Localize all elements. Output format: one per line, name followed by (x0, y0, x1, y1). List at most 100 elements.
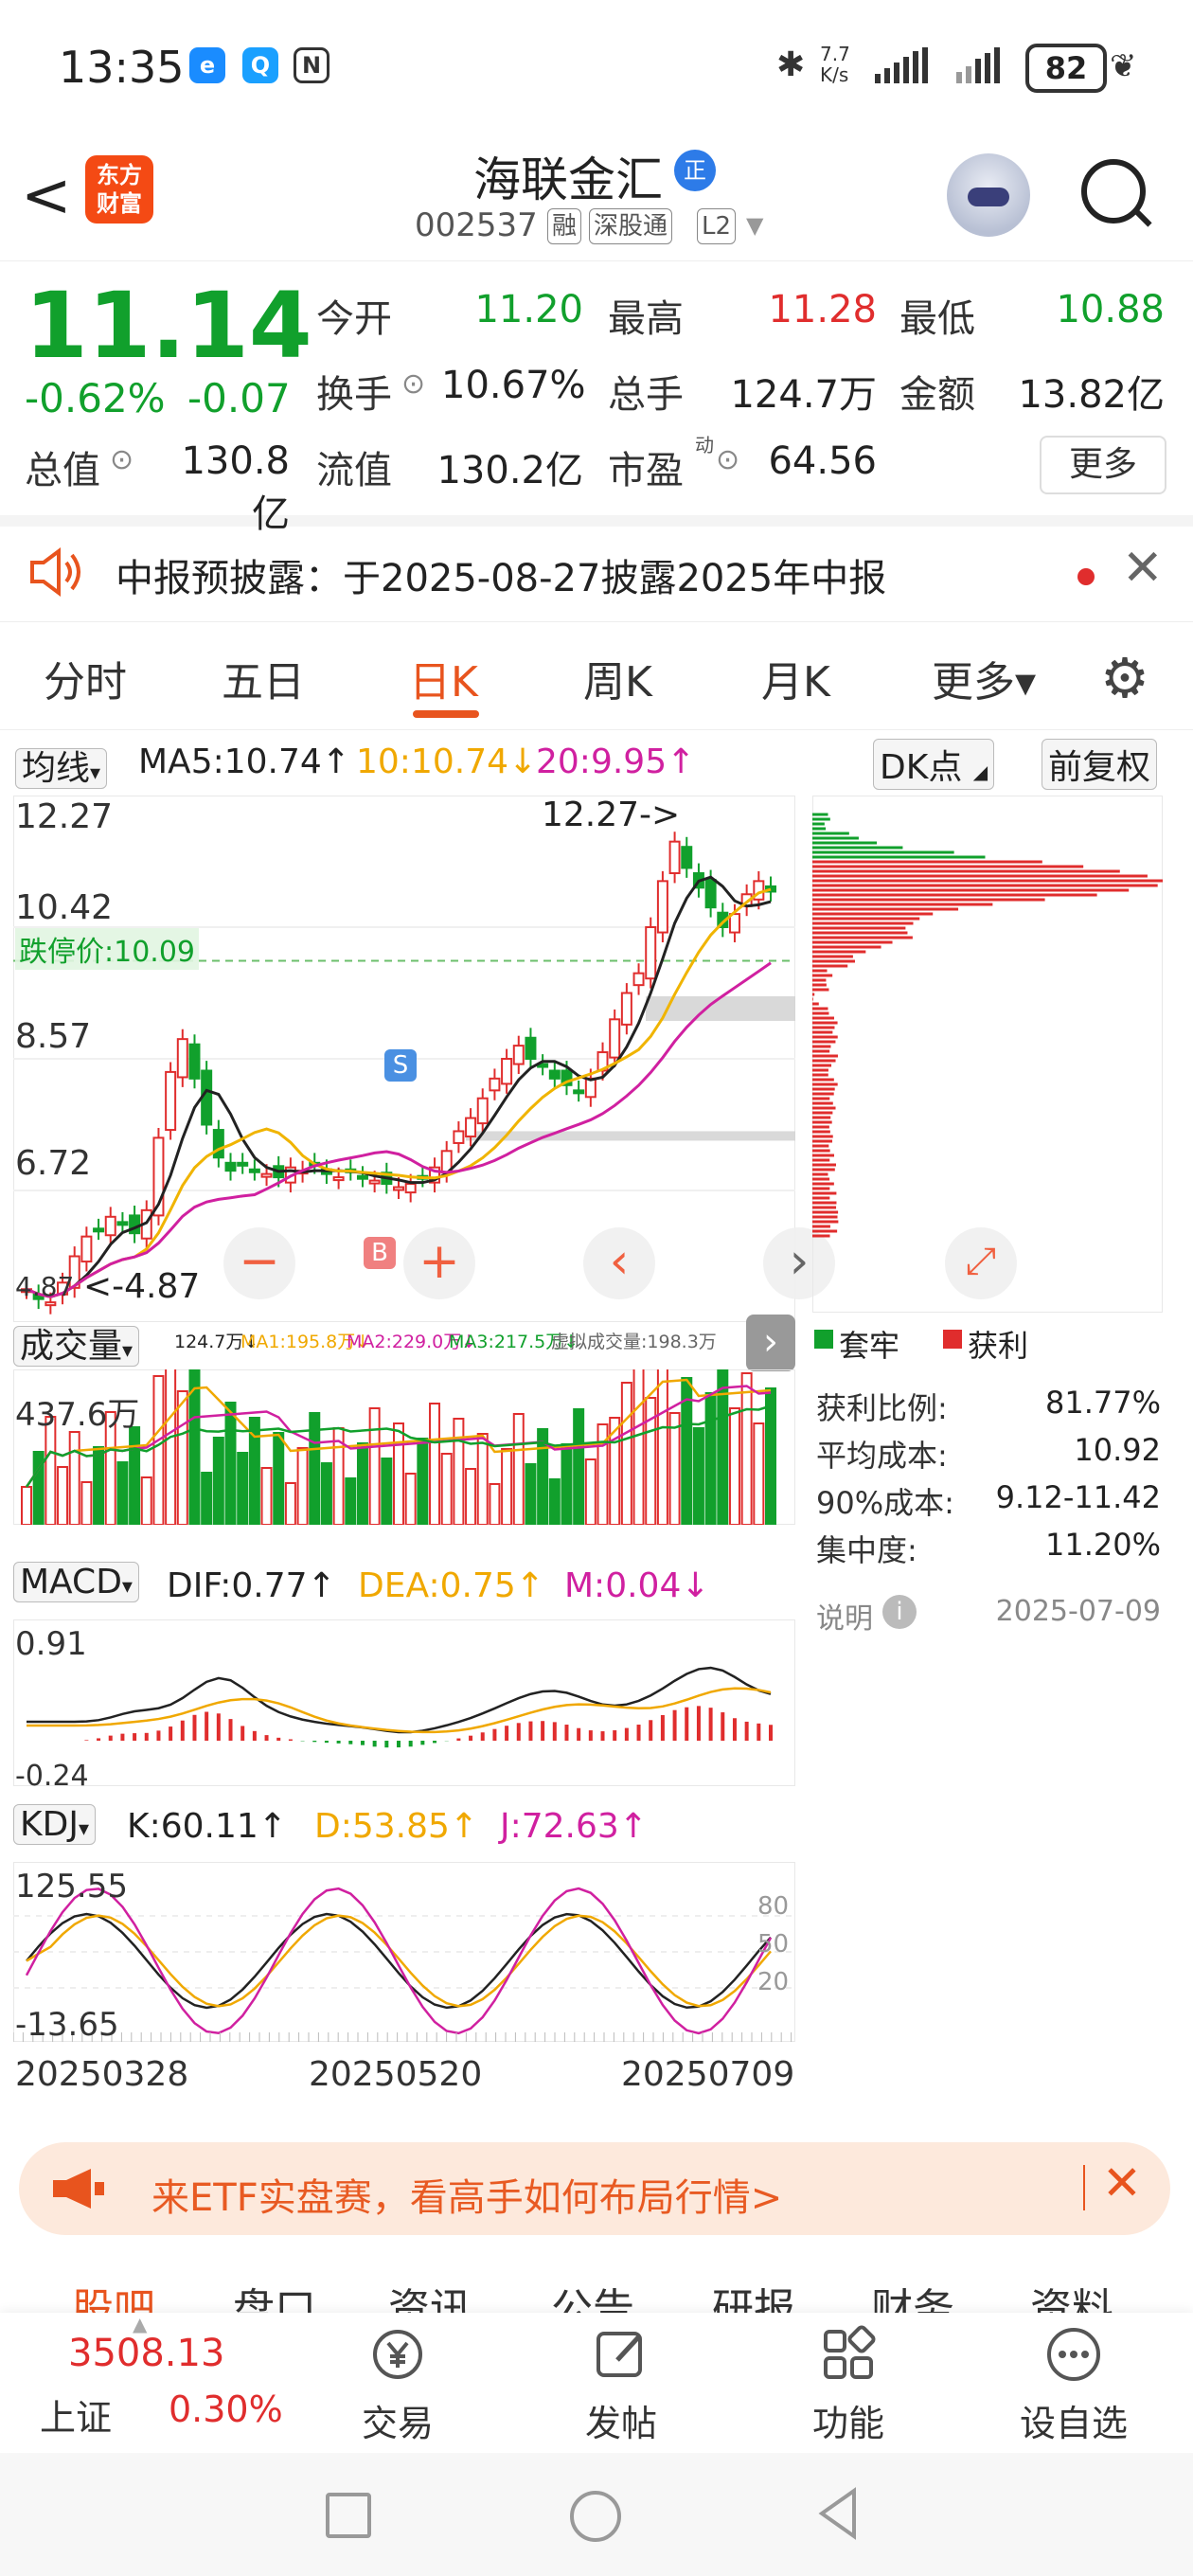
ma-select[interactable]: 均线▾ (15, 748, 107, 789)
macd-chart[interactable] (13, 1619, 795, 1786)
info-icon[interactable]: ⊙ (110, 443, 134, 476)
tab-forum[interactable]: 股吧 (72, 2275, 155, 2313)
home-icon[interactable] (570, 2491, 621, 2542)
volume-bar (214, 1438, 223, 1525)
last-price: 11.14 (25, 273, 312, 379)
close-icon[interactable]: ✕ (1102, 2156, 1142, 2210)
info-icon[interactable]: i (882, 1595, 917, 1629)
close-icon[interactable]: ✕ (1122, 540, 1164, 597)
assistant-robot-icon[interactable] (947, 153, 1030, 237)
kdj-d: D:53.85↑ (314, 1807, 478, 1846)
app-logo[interactable]: 东方 财富 (85, 155, 153, 224)
index-name[interactable]: 上证 (40, 2388, 112, 2441)
concentration-label: 集中度: (816, 1527, 917, 1570)
adjust-button[interactable]: 前复权 (1042, 739, 1157, 790)
index-value[interactable]: 3508.13 (68, 2332, 224, 2375)
volume-bar (478, 1434, 488, 1525)
tab-intraday[interactable]: 分时 (44, 648, 127, 708)
gear-icon[interactable]: ⚙ (1100, 646, 1149, 710)
tab-news[interactable]: 资讯 (388, 2275, 472, 2313)
candle-body (490, 1079, 499, 1091)
back-nav-icon[interactable] (814, 2485, 862, 2546)
candle-body (358, 1176, 367, 1179)
zoom-in-button[interactable]: + (403, 1227, 475, 1299)
trade-button[interactable]: 交易 (360, 2313, 436, 2453)
tab-daily-k[interactable]: 日K (409, 648, 478, 708)
more-button[interactable]: 更多 (1040, 436, 1166, 494)
functions-button[interactable]: 功能 (810, 2313, 886, 2453)
tab-financials[interactable]: 财务 (871, 2275, 954, 2313)
tab-research[interactable]: 研报 (712, 2275, 795, 2313)
more-dots-icon (1043, 2324, 1104, 2385)
kdj-line (27, 1914, 771, 2008)
kdj-select[interactable]: KDJ▾ (13, 1804, 96, 1845)
tab-monthly-k[interactable]: 月K (761, 648, 830, 708)
candle-body (250, 1170, 259, 1172)
dk-point-button[interactable]: DK点 ◢ (873, 739, 994, 790)
chevron-down-icon[interactable]: ▼ (746, 212, 763, 239)
divider (1083, 2165, 1085, 2210)
ma10-value: 10:10.74↓ (356, 742, 537, 781)
macd-m: M:0.04↓ (564, 1566, 710, 1605)
trade-label: 交易 (360, 2394, 436, 2446)
vol-select-label: 成交量 (20, 1327, 122, 1366)
volume-bar (117, 1462, 127, 1525)
volume-bar (634, 1369, 644, 1525)
info-icon[interactable]: ⊙ (401, 367, 425, 401)
candle-body (658, 881, 668, 932)
tab-announcements[interactable]: 公告 (551, 2275, 634, 2313)
low-value: 10.88 (1017, 288, 1165, 331)
tab-weekly-k[interactable]: 周K (583, 648, 652, 708)
zoom-out-button[interactable]: − (223, 1227, 295, 1299)
zheng-badge: 正 (674, 150, 716, 191)
kline-chart-area[interactable]: 均线▾ MA5:10.74↑ 10:10.74↓ 20:9.95↑ DK点 ◢ … (0, 735, 1193, 2123)
volume-bar (525, 1464, 535, 1525)
volume-bar (502, 1449, 511, 1525)
kdj-chart[interactable] (13, 1862, 795, 2042)
notice-bar[interactable]: 中报预披露：于2025-08-27披露2025年中报 ✕ (0, 527, 1193, 622)
volume-bar (658, 1369, 668, 1525)
banner-text: 来ETF实盘赛，看高手如何布局行情> (151, 2167, 782, 2222)
volume-bar (370, 1408, 380, 1525)
scroll-left-button[interactable]: ‹ (583, 1227, 655, 1299)
candle-body (106, 1217, 116, 1235)
concentration-value: 11.20% (975, 1527, 1161, 1563)
watchlist-label: 设自选 (1017, 2394, 1131, 2446)
tab-five-day[interactable]: 五日 (222, 648, 305, 708)
volume-value: 124.7万 (710, 364, 877, 419)
volume-bar (358, 1443, 367, 1525)
volume-bar (454, 1419, 463, 1525)
watchlist-button[interactable]: 设自选 (1017, 2313, 1131, 2453)
sell-signal-marker[interactable]: S (384, 1049, 417, 1082)
search-icon[interactable] (1081, 159, 1146, 224)
volume-bar (153, 1376, 163, 1525)
volume-bar (142, 1477, 151, 1525)
volume-bar (382, 1458, 391, 1525)
index-change[interactable]: 0.30% (169, 2388, 283, 2430)
profit-ratio-label: 获利比例: (816, 1385, 948, 1428)
promo-banner[interactable]: 来ETF实盘赛，看高手如何布局行情> ✕ (19, 2142, 1170, 2235)
info-icon[interactable]: ⊙ (716, 443, 739, 476)
volume-bar (754, 1423, 763, 1525)
browser-icon: e (189, 47, 225, 83)
recent-apps-icon[interactable] (326, 2493, 371, 2538)
tag-level2[interactable]: L2 (697, 208, 736, 244)
net-speed: 7.7 K/s (820, 44, 850, 85)
tab-profile[interactable]: 资料 (1030, 2275, 1113, 2313)
tab-order-book[interactable]: 盘口 (233, 2275, 316, 2313)
ma20-value: 20:9.95↑ (536, 742, 695, 781)
explain-label[interactable]: 说明 (816, 1595, 873, 1637)
tab-more[interactable]: 更多▾ (932, 648, 1036, 708)
signal-icon (875, 47, 941, 89)
vol-select[interactable]: 成交量▾ (13, 1326, 139, 1367)
mktcap-value: 130.8亿 (148, 439, 290, 538)
battery-indicator: 82 (1025, 44, 1107, 93)
collapse-chips-button[interactable]: › (746, 1315, 795, 1371)
post-button[interactable]: 发帖 (583, 2313, 659, 2453)
back-icon[interactable]: < (21, 161, 72, 231)
buy-signal-marker[interactable]: B (364, 1237, 396, 1269)
candle-body (214, 1130, 223, 1157)
macd-select[interactable]: MACD▾ (13, 1562, 139, 1602)
volume-bar (22, 1487, 31, 1525)
speaker-icon (27, 544, 83, 604)
